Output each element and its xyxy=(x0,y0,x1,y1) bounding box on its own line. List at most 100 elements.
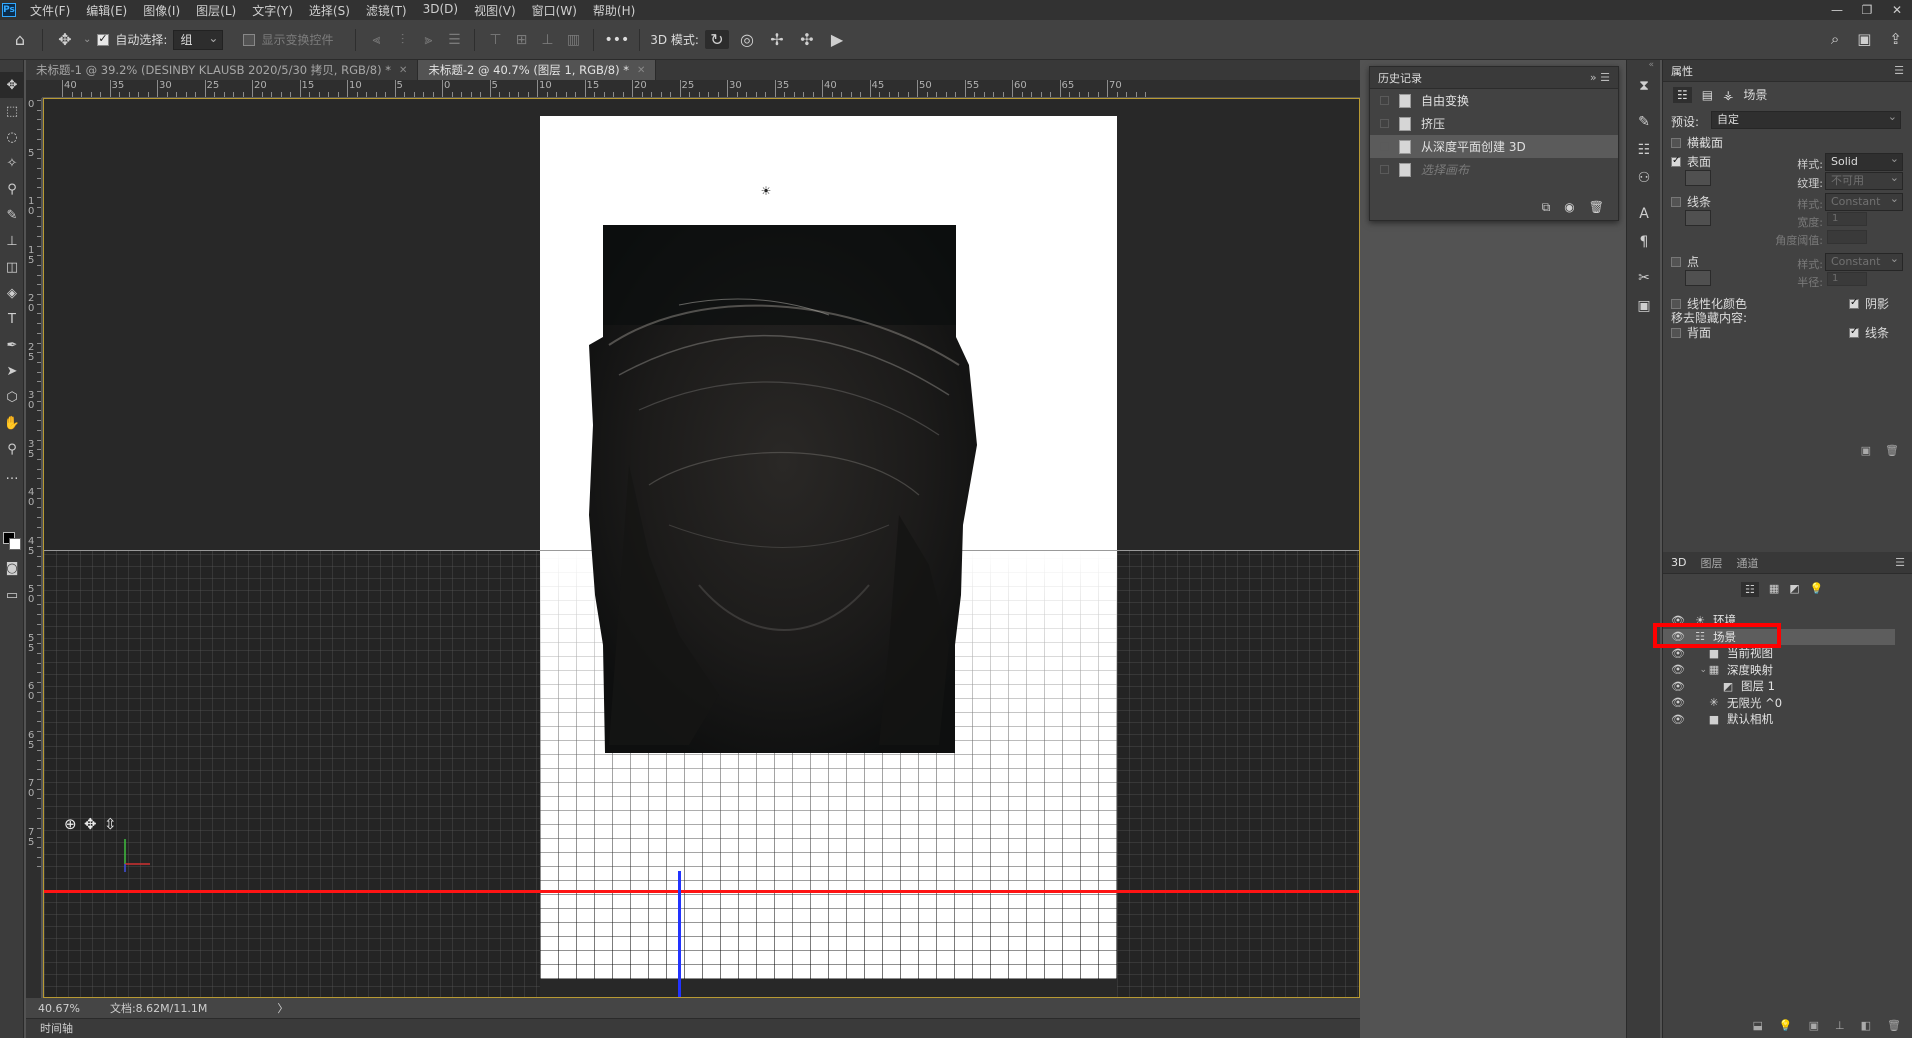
adjustments-dock-icon[interactable]: ☷ xyxy=(1627,136,1661,164)
radius-input[interactable]: 1 xyxy=(1827,272,1867,286)
path-select-icon[interactable]: ➤ xyxy=(0,358,24,384)
layer-3d-item[interactable]: 👁 ✳ 无限光 ^0 xyxy=(1663,695,1895,711)
canvas-area[interactable]: ☀ ⊕ ✥ ⇳ xyxy=(43,98,1360,998)
render-icon[interactable]: ▣ xyxy=(1809,1019,1819,1032)
pan-gizmo-icon[interactable]: ✥ xyxy=(84,815,97,833)
preset-dropdown[interactable]: 自定 xyxy=(1711,109,1901,129)
close-icon[interactable]: ✕ xyxy=(1882,0,1912,20)
backface-checkbox[interactable] xyxy=(1671,327,1681,338)
align-hcenter-icon[interactable]: ⫶ xyxy=(392,32,412,48)
distribute-v-icon[interactable]: ▥ xyxy=(563,32,583,48)
pen-tool-icon[interactable]: ✒ xyxy=(0,332,24,358)
pan-3d-icon[interactable]: ✢ xyxy=(765,30,789,49)
hand-tool-icon[interactable]: ✋ xyxy=(0,410,24,436)
ruler-corner[interactable] xyxy=(26,80,42,98)
share-icon[interactable]: ⇪ xyxy=(1889,30,1902,48)
light-filter-icon[interactable]: 💡 xyxy=(1810,582,1824,597)
history-dock-icon[interactable]: ⧗ xyxy=(1627,72,1661,100)
expand-arrow-icon[interactable]: ⌄ xyxy=(1683,665,1707,675)
panel-menu-icon[interactable]: ☰ xyxy=(1894,64,1904,77)
menu-item[interactable]: 视图(V) xyxy=(466,2,524,19)
layer-3d-item[interactable]: 👁 ⌄ ▦ 深度映射 xyxy=(1663,662,1895,678)
zoom-tool-icon[interactable]: ⚲ xyxy=(0,436,24,462)
align-vcenter-icon[interactable]: ⊞ xyxy=(511,32,531,48)
visibility-eye-icon[interactable]: 👁 xyxy=(1671,713,1685,726)
panel-menu-icon[interactable]: » ☰ xyxy=(1590,71,1610,84)
search-icon[interactable]: ⌕ xyxy=(1831,30,1839,48)
tab-document-2[interactable]: 未标题-2 @ 40.7% (图层 1, RGB/8) * ✕ xyxy=(418,60,657,80)
align-top-icon[interactable]: ⊤ xyxy=(485,32,505,48)
visibility-eye-icon[interactable]: 👁 xyxy=(1671,696,1685,709)
ground-icon[interactable]: ⊥ xyxy=(1835,1019,1845,1032)
points-checkbox[interactable] xyxy=(1671,256,1681,267)
add-light-icon[interactable]: 💡 xyxy=(1779,1019,1793,1032)
restore-icon[interactable]: ❐ xyxy=(1852,0,1882,20)
brush-tool-icon[interactable]: ✎ xyxy=(0,202,24,228)
menu-item[interactable]: 窗口(W) xyxy=(524,2,585,19)
shadow-checkbox[interactable] xyxy=(1849,297,1859,309)
menu-item[interactable]: 滤镜(T) xyxy=(358,2,415,19)
clone-source-dock-icon[interactable]: ⚇ xyxy=(1627,164,1661,192)
surface-style-dropdown[interactable]: Solid xyxy=(1825,151,1903,171)
paint-bucket-icon[interactable]: ◈ xyxy=(0,280,24,306)
lines-checkbox[interactable] xyxy=(1671,196,1681,207)
history-item[interactable]: 选择画布 xyxy=(1370,158,1618,181)
surface-checkbox[interactable] xyxy=(1671,155,1681,167)
menu-item[interactable]: 帮助(H) xyxy=(585,2,643,19)
menu-item[interactable]: 文件(F) xyxy=(22,2,78,19)
menu-item[interactable]: 图层(L) xyxy=(188,2,244,19)
magic-wand-icon[interactable]: ✧ xyxy=(0,150,24,176)
zoom-level[interactable]: 40.67% xyxy=(38,1002,80,1015)
visibility-eye-icon[interactable]: 👁 xyxy=(1671,680,1685,693)
more-options-button[interactable]: ••• xyxy=(604,32,629,48)
history-item[interactable]: 挤压 xyxy=(1370,112,1618,135)
eyedropper-icon[interactable]: ⚲ xyxy=(0,176,24,202)
stamp-tool-icon[interactable]: ⊥ xyxy=(0,228,24,254)
libraries-dock-icon[interactable]: ▣ xyxy=(1627,292,1661,320)
close-icon[interactable]: ✕ xyxy=(399,65,407,76)
align-bottom-icon[interactable]: ⊥ xyxy=(537,32,557,48)
cross-section-checkbox[interactable] xyxy=(1671,137,1681,148)
lines-color-swatch[interactable] xyxy=(1685,210,1711,226)
quick-mask-icon[interactable]: ◙ xyxy=(0,555,24,581)
shape-tool-icon[interactable]: ⬡ xyxy=(0,384,24,410)
background-color-swatch[interactable] xyxy=(9,538,21,550)
menu-item[interactable]: 编辑(E) xyxy=(78,2,135,19)
chevron-down-icon[interactable]: ⌄ xyxy=(83,34,91,45)
history-source-box[interactable] xyxy=(1380,96,1389,105)
tools-presets-dock-icon[interactable]: ✂ xyxy=(1627,264,1661,292)
menu-item[interactable]: 图像(I) xyxy=(135,2,188,19)
home-icon[interactable]: ⌂ xyxy=(8,30,32,49)
roll-3d-icon[interactable]: ◎ xyxy=(735,30,759,49)
auto-select-dropdown[interactable]: 组 xyxy=(173,29,224,50)
history-source-box[interactable] xyxy=(1380,142,1389,151)
visibility-eye-icon[interactable]: 👁 xyxy=(1671,663,1685,676)
3d-depth-mesh[interactable] xyxy=(589,225,1069,885)
layer-3d-item[interactable]: 👁 ■ 默认相机 xyxy=(1663,711,1895,727)
render-settings-icon[interactable]: ▤ xyxy=(1702,88,1713,102)
add-object-icon[interactable]: ⬓ xyxy=(1753,1019,1763,1032)
orbit-gizmo-icon[interactable]: ⊕ xyxy=(64,815,77,833)
move-tool-icon[interactable]: ✥ xyxy=(0,72,24,98)
show-transform-checkbox[interactable] xyxy=(243,33,256,46)
width-input[interactable]: 1 xyxy=(1827,212,1867,226)
more-tools-icon[interactable]: … xyxy=(0,462,24,488)
lines-style-dropdown[interactable]: Constant xyxy=(1825,191,1903,211)
camera-icon[interactable]: ◧ xyxy=(1861,1019,1871,1032)
panel-menu-icon[interactable]: ☰ xyxy=(1895,556,1905,569)
trash-icon[interactable]: 🗑 xyxy=(1887,1019,1901,1032)
scene-props-icon[interactable]: ☷ xyxy=(1673,86,1692,103)
collapse-icon[interactable]: « xyxy=(1627,60,1660,72)
points-color-swatch[interactable] xyxy=(1685,270,1711,286)
linearize-checkbox[interactable] xyxy=(1671,298,1681,309)
trash-icon[interactable]: 🗑 xyxy=(1589,200,1604,214)
visibility-eye-icon[interactable]: 👁 xyxy=(1671,647,1685,660)
history-source-box[interactable] xyxy=(1380,165,1389,174)
light-handle-icon[interactable]: ☀ xyxy=(757,182,775,200)
tab-3d[interactable]: 3D xyxy=(1671,556,1686,569)
screen-mode-icon[interactable]: ▭ xyxy=(0,582,24,608)
workspace-icon[interactable]: ▣ xyxy=(1857,30,1871,48)
tab-properties[interactable]: 属性 xyxy=(1671,63,1693,79)
history-title[interactable]: 历史记录 xyxy=(1378,70,1422,86)
auto-select-checkbox[interactable] xyxy=(97,32,110,46)
